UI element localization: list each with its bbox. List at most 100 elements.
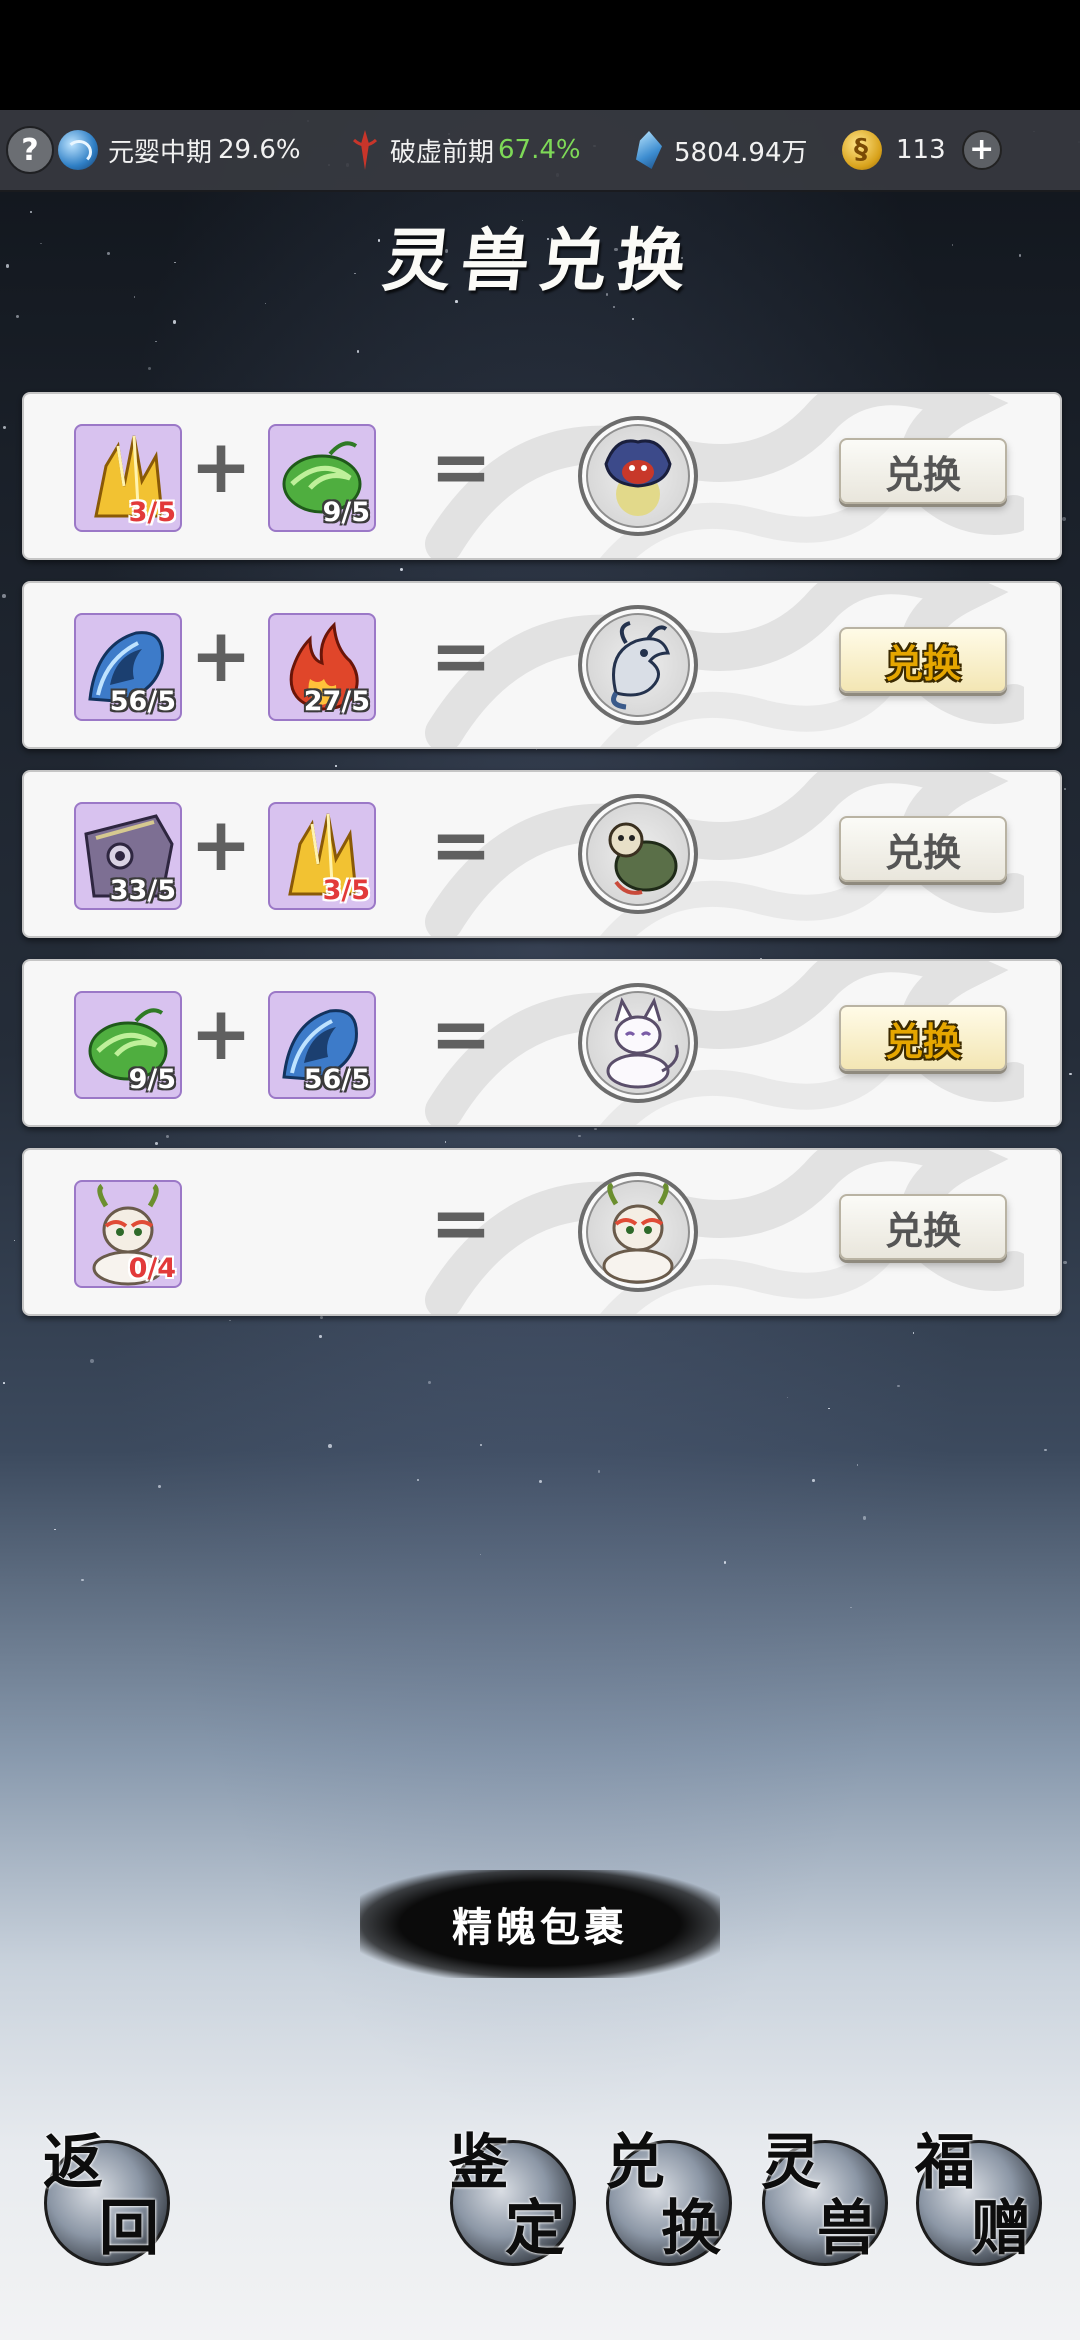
gold-amount: 113 (896, 135, 946, 165)
add-icon[interactable]: + (961, 130, 1002, 170)
star (15, 314, 19, 319)
star (173, 320, 177, 324)
star (417, 1478, 420, 1481)
ingredient-ing1[interactable]: 9/5 (74, 991, 182, 1099)
ingredient-ing2[interactable]: 56/5 (268, 991, 376, 1099)
ingredient-ing1[interactable]: 0/4 (74, 1180, 182, 1288)
ingredient-count: 56/5 (303, 1064, 370, 1095)
star (597, 1470, 600, 1473)
star (856, 1464, 859, 1466)
star (632, 317, 635, 320)
ingredient-count: 9/5 (128, 1064, 176, 1095)
gift-button[interactable]: 福 赠 (915, 2133, 1042, 2266)
star (1063, 1260, 1067, 1264)
star (3, 425, 7, 429)
equals-sign: = (430, 1180, 492, 1266)
star (578, 1135, 581, 1138)
gold-coin-icon (842, 130, 882, 170)
star (89, 1358, 94, 1363)
star (327, 1444, 332, 1449)
ingredient-count: 33/5 (109, 875, 176, 906)
star (81, 1579, 84, 1582)
ingredient-ing1[interactable]: 33/5 (74, 802, 182, 910)
back-label-2: 回 (99, 2194, 159, 2264)
star (912, 1332, 915, 1334)
star (538, 1479, 542, 1483)
beast-label-1: 灵 (761, 2128, 821, 2198)
plus-sign: + (190, 991, 253, 1077)
star (166, 1135, 170, 1139)
equals-sign: = (430, 424, 492, 510)
appraise-label-2: 定 (505, 2194, 565, 2264)
cultivation-stage: 元婴中期 (108, 137, 213, 168)
gold-balance: 113 + (842, 110, 1002, 190)
spirit-stone-balance: 5804.94万 (636, 110, 808, 190)
result-beast-medal[interactable] (578, 416, 698, 536)
star (335, 765, 337, 767)
help-icon[interactable]: ? (6, 126, 54, 174)
spear-icon (350, 128, 380, 172)
top-bezel (0, 0, 1080, 110)
star (1064, 788, 1066, 790)
star (400, 568, 404, 572)
breakthrough-stage: 破虚前期 (390, 137, 495, 168)
equals-sign: = (430, 991, 492, 1077)
ingredient-ing2[interactable]: 9/5 (268, 424, 376, 532)
white-fox-icon (586, 991, 690, 1099)
recipe-row: 3/5 +9/5 = 兑换 (22, 392, 1062, 560)
demon-beast-icon (586, 424, 690, 532)
star (356, 350, 360, 354)
star (154, 1142, 158, 1146)
ingredient-ing1[interactable]: 56/5 (74, 613, 182, 721)
exchange-tab-button[interactable]: 兑 换 (605, 2133, 732, 2266)
back-button[interactable]: 返 回 (43, 2133, 170, 2266)
spirit-stone-icon (636, 131, 662, 169)
exchange-button[interactable]: 兑换 (839, 1194, 1007, 1260)
ingredient-count: 0/4 (128, 1253, 176, 1284)
deer-beast-icon (586, 1180, 690, 1288)
recipe-row: 33/5 +3/5 = 兑换 (22, 770, 1062, 938)
appraise-button[interactable]: 鉴 定 (449, 2133, 576, 2266)
essence-bundle-button[interactable]: 精魄包裹 (360, 1870, 720, 1978)
exchange-label-2: 换 (661, 2194, 721, 2264)
exchange-button[interactable]: 兑换 (839, 1005, 1007, 1071)
result-beast-medal[interactable] (578, 605, 698, 725)
gift-label-2: 赠 (971, 2194, 1031, 2264)
spirit-beast-button[interactable]: 灵 兽 (761, 2133, 888, 2266)
ingredient-count: 27/5 (303, 686, 370, 717)
star (229, 1319, 231, 1322)
equals-sign: = (430, 802, 492, 888)
star (612, 305, 616, 309)
star (1062, 517, 1067, 521)
page-title: 灵兽兑换 (379, 221, 700, 301)
appraise-label-1: 鉴 (449, 2128, 509, 2198)
star (1, 593, 6, 598)
recipe-row: 0/4 = 兑换 (22, 1148, 1062, 1316)
exchange-button[interactable]: 兑换 (839, 627, 1007, 693)
star (724, 1561, 727, 1564)
beast-label-2: 兽 (817, 2194, 877, 2264)
ingredient-ing1[interactable]: 3/5 (74, 424, 182, 532)
star (1044, 1448, 1047, 1452)
equals-sign: = (430, 613, 492, 699)
spirit-stone-amount: 5804.94万 (674, 137, 808, 168)
star (850, 1606, 852, 1609)
sea-dragon-icon (586, 613, 690, 721)
exchange-label-1: 兑 (605, 2128, 665, 2198)
result-beast-medal[interactable] (578, 983, 698, 1103)
star (536, 749, 538, 751)
yin-yang-icon (58, 130, 98, 170)
star (428, 1381, 431, 1385)
star (786, 1396, 789, 1398)
ingredient-count: 3/5 (128, 497, 176, 528)
ingredient-ing2[interactable]: 27/5 (268, 613, 376, 721)
exchange-button[interactable]: 兑换 (839, 438, 1007, 504)
cultivation-status: 元婴中期 29.6% (58, 110, 301, 190)
ingredient-ing2[interactable]: 3/5 (268, 802, 376, 910)
result-beast-medal[interactable] (578, 1172, 698, 1292)
exchange-button[interactable]: 兑换 (839, 816, 1007, 882)
star (158, 1484, 161, 1488)
plus-sign: + (190, 802, 253, 888)
star (3, 1382, 5, 1384)
result-beast-medal[interactable] (578, 794, 698, 914)
